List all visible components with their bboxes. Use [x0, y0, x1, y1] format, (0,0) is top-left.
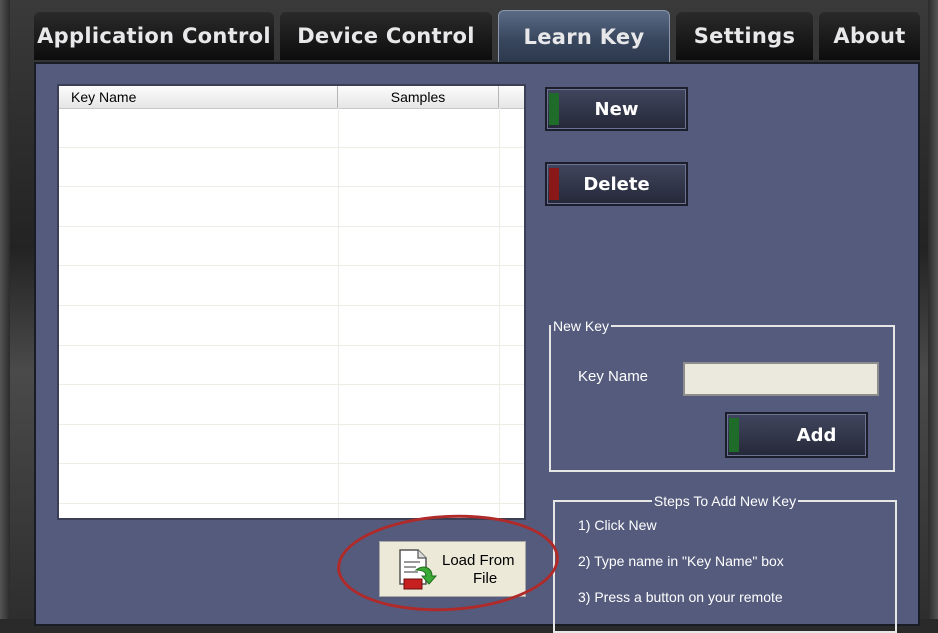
- list-item: [59, 266, 524, 306]
- column-header-spacer: [499, 86, 524, 108]
- frame-right-bevel: [928, 0, 938, 619]
- list-item: [59, 227, 524, 267]
- tab-settings[interactable]: Settings: [676, 12, 813, 60]
- delete-button[interactable]: Delete: [545, 162, 688, 206]
- delete-button-label: Delete: [583, 173, 650, 195]
- key-name-input[interactable]: [683, 362, 879, 396]
- list-item: [59, 306, 524, 346]
- list-item: [59, 385, 524, 425]
- new-key-legend: New Key: [553, 318, 610, 334]
- new-button-label: New: [594, 98, 639, 120]
- tab-about[interactable]: About: [819, 12, 920, 60]
- list-item: [59, 187, 524, 227]
- step-2-text: 2) Type name in "Key Name" box: [578, 553, 784, 569]
- key-list-rows: [59, 108, 524, 504]
- frame-left-bevel: [0, 0, 10, 619]
- tab-learn-key[interactable]: Learn Key: [498, 10, 670, 63]
- list-item: [59, 425, 524, 465]
- tab-device-control[interactable]: Device Control: [280, 12, 492, 60]
- column-header-samples[interactable]: Samples: [338, 86, 499, 108]
- delete-button-accent: [549, 168, 559, 200]
- list-item: [59, 464, 524, 504]
- key-list[interactable]: Key Name Samples: [57, 84, 526, 520]
- column-header-key-name[interactable]: Key Name: [59, 86, 338, 108]
- key-name-label: Key Name: [578, 368, 649, 385]
- add-button-accent: [729, 418, 739, 452]
- step-3-text: 3) Press a button on your remote: [578, 589, 783, 605]
- load-from-file-label-line1: Load From: [442, 552, 515, 569]
- load-file-icon: [399, 549, 438, 590]
- new-button-accent: [549, 93, 559, 125]
- load-from-file-label-line2: File: [473, 570, 498, 587]
- list-item: [59, 148, 524, 188]
- list-item: [59, 108, 524, 148]
- load-from-file-button[interactable]: Load From File: [379, 541, 526, 597]
- list-item: [59, 346, 524, 386]
- step-1-text: 1) Click New: [578, 517, 657, 533]
- add-button-label: Add: [796, 424, 837, 446]
- steps-legend: Steps To Add New Key: [653, 493, 797, 509]
- key-list-header: Key Name Samples: [59, 86, 524, 109]
- add-button[interactable]: Add: [725, 412, 868, 458]
- tab-application-control[interactable]: Application Control: [34, 12, 274, 60]
- new-button[interactable]: New: [545, 87, 688, 131]
